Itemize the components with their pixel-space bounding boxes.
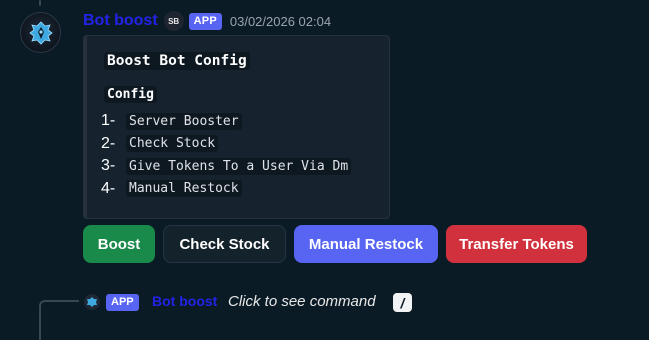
message-header: Bot boost SB APP 03/02/2026 02:04 [83,8,331,34]
reply-app-tag: APP [106,294,139,311]
check-stock-button[interactable]: Check Stock [163,225,286,263]
list-item-number: 3- [101,157,116,175]
thread-connector-top [39,0,41,6]
action-row: Boost Check Stock Manual Restock Transfe… [83,225,595,263]
list-item-number: 4- [101,179,116,197]
list-item-label: Manual Restock [126,180,242,198]
list-item: 2- Check Stock [101,133,351,156]
boost-button[interactable]: Boost [83,225,155,263]
reply-author-name[interactable]: Bot boost [152,293,217,309]
embed-card: Boost Bot Config Config 1- Server Booste… [83,35,390,219]
reply-connector [39,300,79,340]
next-message-reply-preview[interactable]: APP Bot boost Click to see command / [0,284,649,340]
manual-restock-button[interactable]: Manual Restock [294,225,438,263]
reply-avatar[interactable] [84,294,100,310]
message-timestamp[interactable]: 03/02/2026 02:04 [230,14,331,29]
app-tag: APP [188,12,222,30]
slash-command-icon[interactable]: / [393,293,412,312]
transfer-tokens-button[interactable]: Transfer Tokens [446,225,587,263]
list-item-number: 1- [101,112,116,130]
author-name[interactable]: Bot boost [83,12,158,30]
list-item-number: 2- [101,134,116,152]
list-item: 1- Server Booster [101,110,351,133]
server-badge-icon[interactable]: SB [163,11,184,31]
config-list: 1- Server Booster 2- Check Stock 3- Give… [101,110,352,201]
list-item-label: Give Tokens To a User Via Dm [126,157,352,175]
list-item-label: Server Booster [126,112,242,130]
embed-title: Boost Bot Config [104,52,250,70]
list-item: 4- Manual Restock [101,178,351,201]
list-item-label: Check Stock [126,135,219,153]
bot-avatar[interactable] [20,12,61,53]
list-item: 3- Give Tokens To a User Via Dm [101,155,352,178]
reply-command-hint[interactable]: Click to see command [228,293,376,310]
horde-emblem-icon [87,297,97,307]
horde-emblem-icon [28,20,53,45]
embed-subtitle: Config [104,86,157,103]
